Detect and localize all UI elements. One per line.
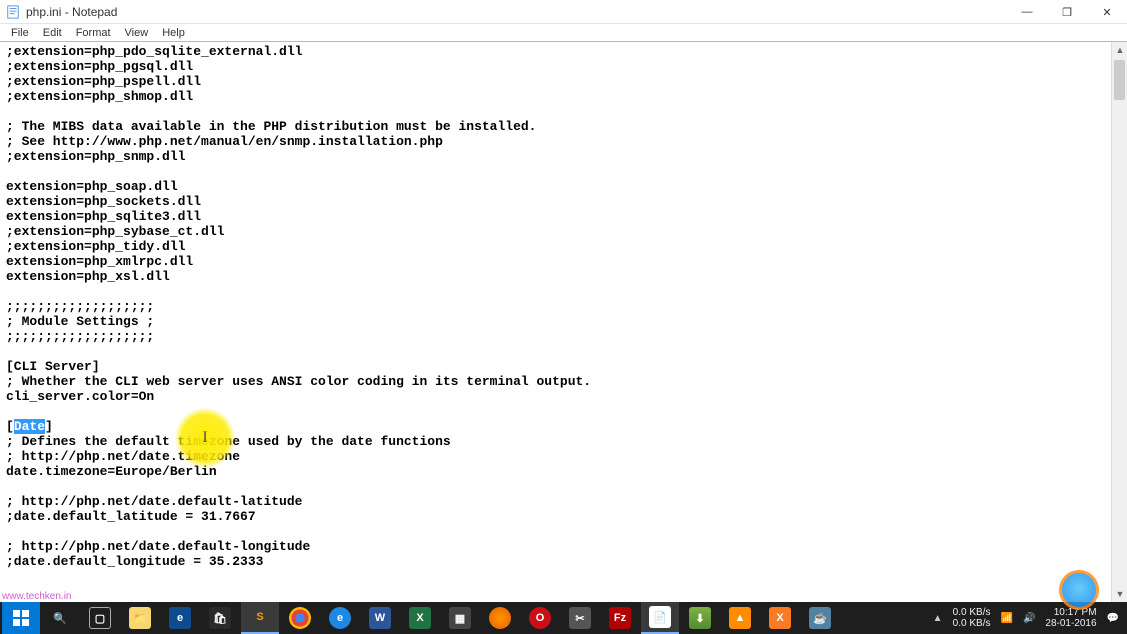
scroll-up-arrow-icon[interactable]: ▲ — [1112, 42, 1127, 58]
brand-badge-icon — [1059, 570, 1099, 610]
taskbar: 🔍 ▢ 📁 e 🛍 S e W X ▦ O ✂ Fz 📄 ⬇ ▲ X ☕ ▲ 0… — [0, 602, 1127, 634]
menubar: File Edit Format View Help — [0, 24, 1127, 42]
taskbar-search[interactable]: 🔍 — [41, 602, 79, 634]
taskbar-notepad[interactable]: 📄 — [641, 602, 679, 634]
window-title: php.ini - Notepad — [26, 5, 117, 19]
watermark-text: www.techken.in — [2, 591, 71, 602]
taskbar-vlc[interactable]: ▲ — [721, 602, 759, 634]
editor-area[interactable]: ;extension=php_pdo_sqlite_external.dll ;… — [0, 42, 1111, 602]
taskbar-java[interactable]: ☕ — [801, 602, 839, 634]
taskbar-firefox[interactable] — [481, 602, 519, 634]
scroll-thumb[interactable] — [1114, 60, 1125, 100]
taskbar-chrome[interactable] — [281, 602, 319, 634]
start-button[interactable] — [2, 602, 40, 634]
taskbar-taskview[interactable]: ▢ — [81, 602, 119, 634]
wifi-icon[interactable]: 📶 — [1000, 613, 1012, 624]
volume-icon[interactable]: 🔊 — [1023, 613, 1035, 624]
taskbar-word[interactable]: W — [361, 602, 399, 634]
titlebar: php.ini - Notepad — ❐ ✕ — [0, 0, 1127, 24]
system-tray: ▲ 0.0 KB/s 0.0 KB/s 📶 🔊 10:17 PM 28-01-2… — [933, 607, 1125, 629]
scroll-down-arrow-icon[interactable]: ▼ — [1112, 586, 1127, 602]
notepad-icon — [6, 5, 20, 19]
windows-logo-icon — [13, 610, 29, 626]
menu-edit[interactable]: Edit — [36, 27, 69, 39]
clock[interactable]: 10:17 PM 28-01-2016 — [1045, 607, 1096, 629]
menu-view[interactable]: View — [118, 27, 156, 39]
taskbar-excel[interactable]: X — [401, 602, 439, 634]
taskbar-ie[interactable]: e — [321, 602, 359, 634]
minimize-button[interactable]: — — [1007, 0, 1047, 24]
taskbar-calculator[interactable]: ▦ — [441, 602, 479, 634]
menu-file[interactable]: File — [4, 27, 36, 39]
taskbar-store[interactable]: 🛍 — [201, 602, 239, 634]
close-button[interactable]: ✕ — [1087, 0, 1127, 24]
taskbar-edge[interactable]: e — [161, 602, 199, 634]
menu-help[interactable]: Help — [155, 27, 192, 39]
notifications-icon[interactable]: 💬 — [1107, 613, 1119, 624]
window-controls: — ❐ ✕ — [1007, 0, 1127, 24]
taskbar-explorer[interactable]: 📁 — [121, 602, 159, 634]
vertical-scrollbar[interactable]: ▲ ▼ — [1111, 42, 1127, 602]
taskbar-snipping[interactable]: ✂ — [561, 602, 599, 634]
maximize-button[interactable]: ❐ — [1047, 0, 1087, 24]
network-speed: 0.0 KB/s 0.0 KB/s — [953, 607, 991, 629]
taskbar-filezilla[interactable]: Fz — [601, 602, 639, 634]
editor-content[interactable]: ;extension=php_pdo_sqlite_external.dll ;… — [0, 42, 1111, 571]
taskbar-xampp[interactable]: X — [761, 602, 799, 634]
taskbar-idm[interactable]: ⬇ — [681, 602, 719, 634]
taskbar-opera[interactable]: O — [521, 602, 559, 634]
taskbar-sublime[interactable]: S — [241, 602, 279, 634]
menu-format[interactable]: Format — [69, 27, 118, 39]
tray-overflow-icon[interactable]: ▲ — [933, 613, 943, 623]
